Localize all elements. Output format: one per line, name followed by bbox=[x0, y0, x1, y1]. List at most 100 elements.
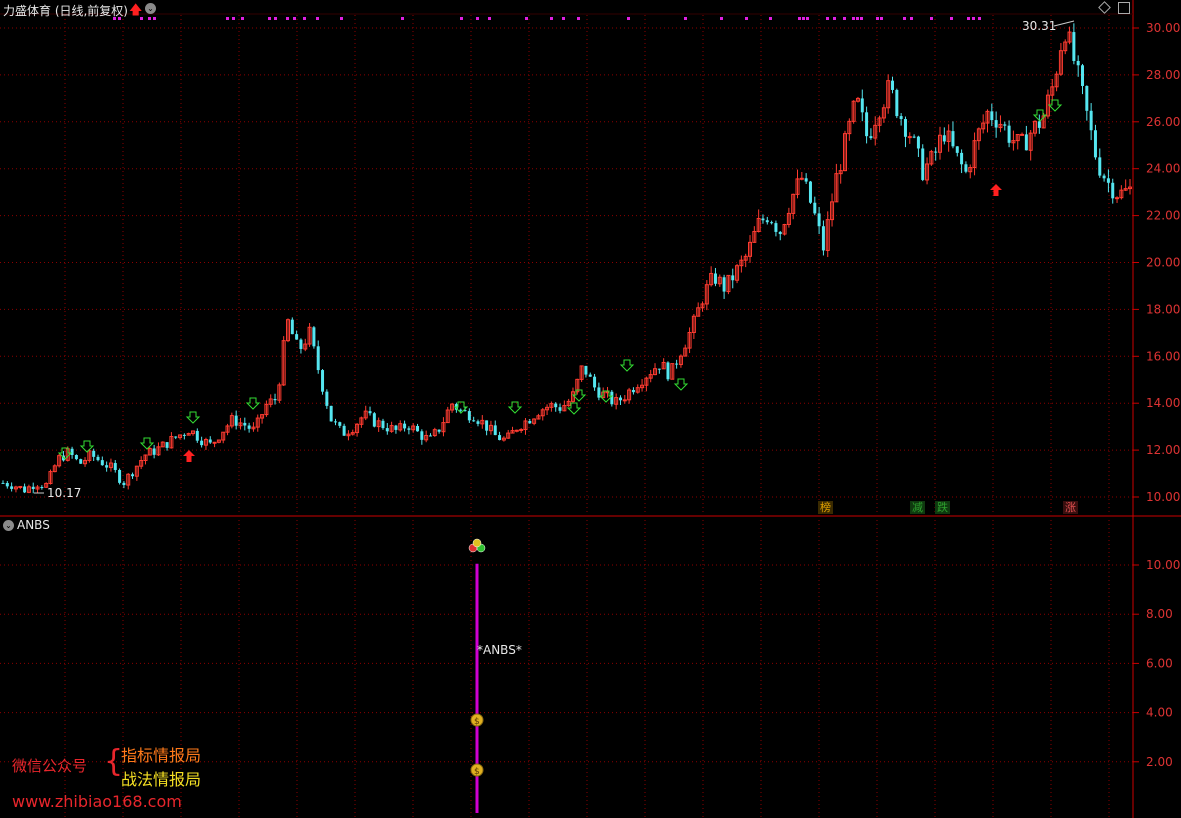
marker-dot bbox=[806, 17, 809, 20]
price-tick-label: 10.00 bbox=[1146, 490, 1180, 504]
chevron-down-icon[interactable]: ⌄ bbox=[145, 3, 156, 14]
candle-body bbox=[657, 368, 661, 370]
candle-body bbox=[381, 420, 385, 429]
candle-body bbox=[273, 398, 277, 401]
price-tick-label: 14.00 bbox=[1146, 396, 1180, 410]
candle-body bbox=[588, 374, 592, 377]
candle-body bbox=[899, 116, 903, 120]
candle-body bbox=[100, 460, 104, 466]
candle-body bbox=[514, 429, 519, 432]
candle-body bbox=[960, 152, 964, 165]
candle-body bbox=[321, 370, 325, 392]
candle-body bbox=[808, 181, 812, 203]
candle-body bbox=[593, 376, 597, 388]
candle-body bbox=[416, 425, 420, 432]
price-axis: 30.00 28.00 26.00 24.00 22.00 20.00 18.00 16.00… bbox=[0, 0, 1181, 818]
candle-body bbox=[860, 98, 864, 113]
website-link[interactable]: www.zhibiao168.com bbox=[12, 792, 182, 811]
down-arrow-icon bbox=[1032, 109, 1048, 122]
candle-body bbox=[1102, 175, 1106, 179]
marker-dot bbox=[860, 17, 863, 20]
marker-dot bbox=[910, 17, 913, 20]
event-tag-reduce[interactable]: 减 bbox=[910, 501, 925, 514]
candle-body bbox=[584, 365, 588, 375]
marker-dot bbox=[241, 17, 244, 20]
candle-body bbox=[990, 111, 994, 121]
marker-dot bbox=[476, 17, 479, 20]
candle-body bbox=[891, 80, 895, 90]
marker-dot bbox=[745, 17, 748, 20]
marker-dot bbox=[876, 17, 879, 20]
marker-dot bbox=[627, 17, 630, 20]
candle-body bbox=[459, 409, 463, 411]
candle-body bbox=[312, 327, 316, 347]
candle-body bbox=[1072, 32, 1076, 61]
candle-body bbox=[472, 420, 476, 422]
marker-dot bbox=[798, 17, 801, 20]
price-tick-label: 30.00 bbox=[1146, 21, 1180, 35]
candle-body bbox=[70, 448, 74, 456]
high-pointer bbox=[1053, 20, 1075, 27]
marker-dot bbox=[303, 17, 306, 20]
candle-body bbox=[74, 455, 78, 460]
candle-body bbox=[942, 135, 946, 142]
candle-body bbox=[722, 277, 726, 292]
candle-body bbox=[1024, 134, 1028, 151]
top-marker-dots bbox=[113, 17, 981, 20]
indicator-title: ANBS bbox=[17, 518, 50, 532]
marker-dot bbox=[460, 17, 463, 20]
candle-body bbox=[195, 430, 199, 441]
candle-body bbox=[731, 275, 735, 281]
value-tick-label: 8.00 bbox=[1146, 607, 1173, 621]
up-arrow-icon bbox=[990, 184, 1002, 196]
candle-body bbox=[1007, 125, 1011, 143]
event-tag-rank[interactable]: 榜 bbox=[818, 501, 833, 514]
candle-body bbox=[165, 442, 169, 448]
marker-dot bbox=[972, 17, 975, 20]
candle-body bbox=[519, 429, 524, 432]
candle-body bbox=[1003, 124, 1007, 126]
price-tick-label: 20.00 bbox=[1146, 256, 1180, 270]
candle-body bbox=[338, 422, 342, 426]
candle-body bbox=[951, 131, 955, 147]
money-bag-icon: $ bbox=[474, 717, 480, 727]
candle-body bbox=[618, 397, 622, 401]
chart-grid bbox=[0, 15, 1133, 818]
candle-body bbox=[774, 223, 778, 232]
chevron-down-icon[interactable]: ⌄ bbox=[3, 520, 14, 531]
marker-dot bbox=[826, 17, 829, 20]
candle-body bbox=[372, 413, 376, 427]
price-tick-label: 24.00 bbox=[1146, 162, 1180, 176]
candle-body bbox=[934, 151, 938, 153]
value-tick-label: 2.00 bbox=[1146, 755, 1173, 769]
candle-body bbox=[96, 456, 100, 461]
candle-body bbox=[299, 339, 303, 349]
marker-dot bbox=[286, 17, 289, 20]
down-arrow-icon bbox=[673, 378, 689, 391]
candle-body bbox=[610, 391, 614, 405]
candle-body bbox=[817, 213, 821, 227]
candle-body bbox=[493, 425, 497, 436]
candle-body bbox=[333, 421, 337, 423]
candle-body bbox=[558, 407, 562, 411]
candle-body bbox=[778, 231, 782, 235]
event-tag-rise[interactable]: 涨 bbox=[1063, 501, 1078, 514]
value-tick-label: 4.00 bbox=[1146, 706, 1173, 720]
candle-body bbox=[152, 448, 156, 455]
candle-body bbox=[713, 273, 717, 284]
marker-dot bbox=[232, 17, 235, 20]
account-2: 战法情报局 bbox=[121, 770, 202, 789]
stock-title: 力盛体育 (日线,前复权) bbox=[3, 4, 128, 18]
chart-stage: 30.00 28.00 26.00 24.00 22.00 20.00 18.00 16.00… bbox=[0, 0, 1181, 818]
candle-body bbox=[912, 136, 916, 138]
candle-body bbox=[528, 420, 532, 424]
candle-body bbox=[23, 486, 27, 493]
candle-body bbox=[295, 334, 299, 340]
candle-body bbox=[342, 425, 346, 436]
window-icon[interactable] bbox=[1118, 2, 1130, 14]
candle-body bbox=[234, 415, 238, 426]
event-tag-fall[interactable]: 跌 bbox=[935, 501, 950, 514]
up-arrow-icon bbox=[183, 450, 195, 462]
candle-body bbox=[955, 146, 959, 153]
wechat-label: 微信公众号 bbox=[12, 757, 88, 775]
